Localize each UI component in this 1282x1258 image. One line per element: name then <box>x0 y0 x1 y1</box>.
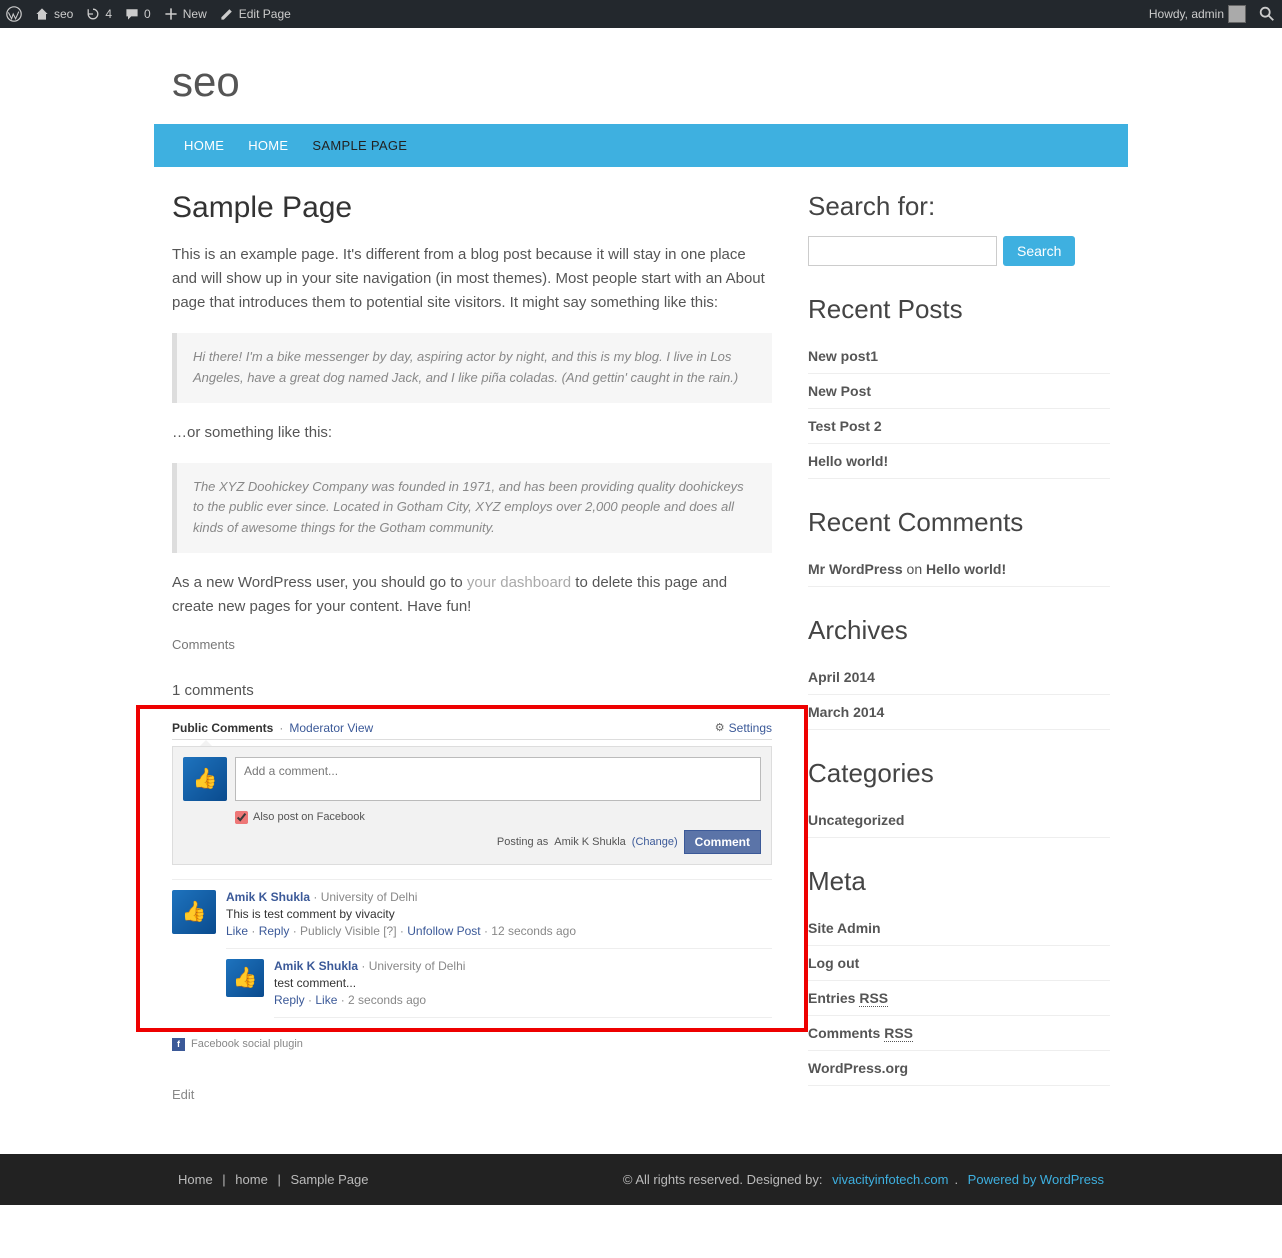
list-item[interactable]: New Post <box>808 374 1110 409</box>
widget-archives: Archives April 2014 March 2014 <box>808 615 1110 730</box>
footer: Home | home | Sample Page © All rights r… <box>154 1154 1128 1205</box>
fb-c1-reply[interactable]: Reply <box>259 924 290 938</box>
fb-c2-reply[interactable]: Reply <box>274 993 305 1007</box>
fb-comment-2: Amik K Shukla · University of Delhi test… <box>226 948 772 1018</box>
blockquote-1: Hi there! I'm a bike messenger by day, a… <box>172 333 772 403</box>
fb-comment-button[interactable]: Comment <box>684 830 761 854</box>
edit-page-link[interactable]: Edit <box>172 1087 194 1102</box>
search-input[interactable] <box>808 236 997 266</box>
nav-sample-page[interactable]: SAMPLE PAGE <box>300 124 419 167</box>
footer-link[interactable]: home <box>235 1172 268 1187</box>
fb-c1-unfollow[interactable]: Unfollow Post <box>407 924 480 938</box>
list-item[interactable]: April 2014 <box>808 660 1110 695</box>
search-toggle[interactable] <box>1258 5 1276 23</box>
fb-c1-like[interactable]: Like <box>226 924 248 938</box>
list-item[interactable]: Mr WordPress on Hello world! <box>808 552 1110 587</box>
nav-home-2[interactable]: HOME <box>236 124 300 167</box>
list-item[interactable]: Test Post 2 <box>808 409 1110 444</box>
widget-categories: Categories Uncategorized <box>808 758 1110 838</box>
new-item[interactable]: New <box>163 6 207 22</box>
refresh-icon <box>85 6 101 22</box>
list-item[interactable]: WordPress.org <box>808 1051 1110 1086</box>
widget-recent-posts: Recent Posts New post1 New Post Test Pos… <box>808 294 1110 479</box>
comments-item[interactable]: 0 <box>124 6 151 22</box>
home-icon <box>34 6 50 22</box>
page-title: Sample Page <box>172 191 772 225</box>
list-item[interactable]: Site Admin <box>808 911 1110 946</box>
list-item[interactable]: Entries RSS <box>808 981 1110 1016</box>
fb-compose: Add a comment... Also post on Facebook P… <box>172 746 772 865</box>
site-name-item[interactable]: seo <box>34 6 73 22</box>
comments-count: 1 comments <box>172 682 772 699</box>
wp-logo-icon[interactable] <box>6 6 22 22</box>
fb-c2-name[interactable]: Amik K Shukla <box>274 959 358 973</box>
footer-link[interactable]: Sample Page <box>290 1172 368 1187</box>
dashboard-link[interactable]: your dashboard <box>467 574 571 591</box>
list-item[interactable]: Uncategorized <box>808 803 1110 838</box>
blockquote-2: The XYZ Doohickey Company was founded in… <box>172 463 772 553</box>
footer-link[interactable]: Home <box>178 1172 213 1187</box>
fb-avatar-1 <box>172 890 216 934</box>
list-item[interactable]: Comments RSS <box>808 1016 1110 1051</box>
edit-page-item[interactable]: Edit Page <box>219 6 291 22</box>
pencil-icon <box>219 6 235 22</box>
list-item[interactable]: Hello world! <box>808 444 1110 479</box>
comments-heading: Comments <box>172 637 772 652</box>
widget-recent-comments: Recent Comments Mr WordPress on Hello wo… <box>808 507 1110 587</box>
wp-adminbar: seo 4 0 New Edit Page Howdy, admin <box>0 0 1282 28</box>
fb-change-link[interactable]: (Change) <box>632 836 678 848</box>
page-text-3: As a new WordPress user, you should go t… <box>172 571 772 619</box>
footer-wp[interactable]: Powered by WordPress <box>968 1172 1104 1187</box>
fb-settings-link[interactable]: ⚙ Settings <box>715 721 772 735</box>
nav-home-1[interactable]: HOME <box>172 124 236 167</box>
fb-alsopost-checkbox[interactable] <box>235 811 248 824</box>
site-title[interactable]: seo <box>154 58 1128 124</box>
widget-meta: Meta Site Admin Log out Entries RSS Comm… <box>808 866 1110 1086</box>
search-button[interactable]: Search <box>1003 236 1075 266</box>
greeting[interactable]: Howdy, admin <box>1149 5 1246 23</box>
fb-tab-moderator[interactable]: Moderator View <box>289 721 373 735</box>
gear-icon: ⚙ <box>715 721 725 734</box>
comment-icon <box>124 6 140 22</box>
list-item[interactable]: New post1 <box>808 339 1110 374</box>
fb-c1-name[interactable]: Amik K Shukla <box>226 890 310 904</box>
fb-social-plugin[interactable]: f Facebook social plugin <box>172 1038 772 1051</box>
avatar <box>1228 5 1246 23</box>
fb-c2-like[interactable]: Like <box>315 993 337 1007</box>
footer-vivacity[interactable]: vivacityinfotech.com <box>832 1172 948 1187</box>
page-text-1: This is an example page. It's different … <box>172 243 772 315</box>
fb-avatar-2 <box>226 959 264 997</box>
widget-search: Search for: Search <box>808 191 1110 266</box>
main-nav: HOME HOME SAMPLE PAGE <box>154 124 1128 167</box>
fb-alsopost-row[interactable]: Also post on Facebook <box>235 811 761 824</box>
fb-comment-1: Amik K Shukla · University of Delhi This… <box>172 879 772 948</box>
fb-tab-public[interactable]: Public Comments <box>172 721 273 735</box>
search-icon <box>1258 5 1276 23</box>
page-text-2: …or something like this: <box>172 421 772 445</box>
facebook-icon: f <box>172 1038 185 1051</box>
fb-comments-highlight: Public Comments · Moderator View ⚙ Setti… <box>136 705 808 1032</box>
fb-avatar-me <box>183 757 227 801</box>
list-item[interactable]: March 2014 <box>808 695 1110 730</box>
plus-icon <box>163 6 179 22</box>
list-item[interactable]: Log out <box>808 946 1110 981</box>
fb-comment-input[interactable]: Add a comment... <box>235 757 761 801</box>
updates-item[interactable]: 4 <box>85 6 112 22</box>
